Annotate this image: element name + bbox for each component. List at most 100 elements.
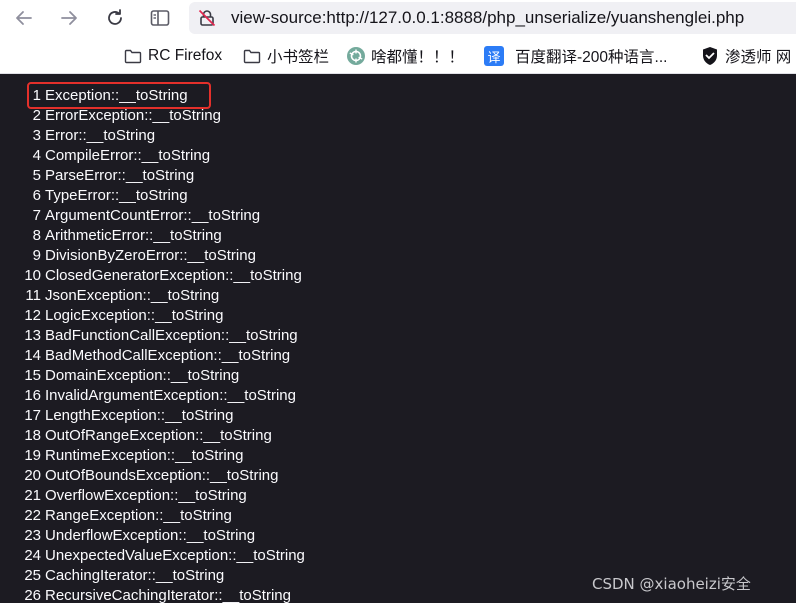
source-line: 11 JsonException::__toString	[0, 286, 219, 306]
line-number: 16	[24, 387, 41, 404]
line-text: UnexpectedValueException::__toString	[45, 547, 305, 564]
watermark: CSDN @xiaoheizi安全	[592, 575, 751, 593]
line-text: BadFunctionCallException::__toString	[45, 327, 298, 344]
line-number: 19	[24, 447, 41, 464]
folder-icon	[242, 46, 262, 66]
line-number: 8	[32, 227, 41, 244]
source-line: 9 DivisionByZeroError::__toString	[0, 246, 256, 266]
source-line: 4 CompileError::__toString	[0, 146, 210, 166]
shield-icon	[700, 46, 720, 66]
line-text: LogicException::__toString	[45, 307, 224, 324]
view-source-content: 1 Exception::__toString 2 ErrorException::…	[0, 75, 796, 603]
bookmark-label: 小书签栏	[267, 49, 330, 66]
bookmark-rc-firefox[interactable]: RC Firefox	[123, 45, 222, 67]
bookmark-baidu-translate[interactable]: 译 百度翻译-200种语言...	[484, 45, 667, 67]
source-line: 6 TypeError::__toString	[0, 186, 188, 206]
line-number: 24	[24, 547, 41, 564]
line-text: ParseError::__toString	[45, 167, 195, 184]
line-number: 17	[24, 407, 41, 424]
line-text: LengthException::__toString	[45, 407, 234, 424]
back-arrow-icon[interactable]	[9, 4, 39, 32]
folder-icon	[123, 46, 143, 66]
source-line: 13 BadFunctionCallException::__toString	[0, 326, 298, 346]
bookmark-label: RC Firefox	[148, 47, 223, 64]
line-text: TypeError::__toString	[45, 187, 188, 204]
source-line: 14 BadMethodCallException::__toString	[0, 346, 290, 366]
url-bar[interactable]: view-source:http://127.0.0.1:8888/php_un…	[189, 2, 796, 34]
line-text: Error::__toString	[45, 127, 156, 144]
line-number: 10	[24, 267, 41, 284]
line-number: 11	[25, 287, 41, 304]
line-number: 21	[24, 487, 41, 504]
line-number: 3	[32, 127, 41, 144]
line-number: 18	[24, 427, 41, 444]
line-text: OverflowException::__toString	[45, 487, 247, 504]
source-line: 5 ParseError::__toString	[0, 166, 195, 186]
bookmark-shentoushi[interactable]: 渗透师 网	[700, 45, 791, 67]
source-line: 7 ArgumentCountError::__toString	[0, 206, 260, 226]
bookmark-xiaoshuqian[interactable]: 小书签栏	[242, 45, 329, 67]
source-line: 8 ArithmeticError::__toString	[0, 226, 222, 246]
line-number: 20	[24, 467, 41, 484]
bookmark-label: 百度翻译-200种语言...	[515, 49, 668, 66]
source-line: 15 DomainException::__toString	[0, 366, 239, 386]
line-number: 2	[32, 107, 41, 124]
source-line: 10 ClosedGeneratorException::__toString	[0, 266, 302, 286]
line-number: 14	[24, 347, 41, 364]
source-line: 18 OutOfRangeException::__toString	[0, 426, 272, 446]
line-text: RangeException::__toString	[45, 507, 232, 524]
line-number: 12	[24, 307, 41, 324]
bookmark-chatgpt[interactable]: 啥都懂！！！	[346, 45, 464, 67]
line-number: 9	[32, 247, 41, 264]
line-text: OutOfRangeException::__toString	[45, 427, 272, 444]
source-line: 19 RuntimeException::__toString	[0, 446, 243, 466]
line-text: ErrorException::__toString	[45, 107, 221, 124]
line-text: ArithmeticError::__toString	[45, 227, 222, 244]
browser-toolbar: view-source:http://127.0.0.1:8888/php_un…	[0, 0, 796, 36]
line-text: ArgumentCountError::__toString	[45, 207, 261, 224]
bookmark-label: 渗透师 网	[725, 49, 792, 66]
source-line: 3 Error::__toString	[0, 126, 155, 146]
line-text: JsonException::__toString	[45, 287, 220, 304]
line-number: 22	[24, 507, 41, 524]
line-text: ClosedGeneratorException::__toString	[45, 267, 302, 284]
line-number: 23	[24, 527, 41, 544]
line-number: 4	[32, 147, 41, 164]
line-number: 15	[24, 367, 41, 384]
line-number: 5	[32, 167, 41, 184]
bookmark-label: 啥都懂！！！	[371, 49, 465, 66]
line-number: 6	[32, 187, 41, 204]
source-line: 22 RangeException::__toString	[0, 506, 232, 526]
source-line: 21 OverflowException::__toString	[0, 486, 247, 506]
line-number: 7	[32, 207, 41, 224]
source-line: 12 LogicException::__toString	[0, 306, 223, 326]
line-number: 26	[24, 587, 41, 603]
line-text: InvalidArgumentException::__toString	[45, 387, 296, 404]
translate-icon: 译	[484, 46, 504, 66]
source-line: 16 InvalidArgumentException::__toString	[0, 386, 296, 406]
line-text: CompileError::__toString	[45, 147, 211, 164]
source-line: 20 OutOfBoundsException::__toString	[0, 466, 278, 486]
reload-icon[interactable]	[100, 4, 130, 32]
chatgpt-icon	[346, 46, 366, 66]
line-text: DivisionByZeroError::__toString	[45, 247, 256, 264]
source-line: 2 ErrorException::__toString	[0, 106, 221, 126]
forward-arrow-icon[interactable]	[54, 4, 84, 32]
line-text: CachingIterator::__toString	[45, 567, 225, 584]
line-text: OutOfBoundsException::__toString	[45, 467, 279, 484]
bookmarks-toolbar: RC Firefox 小书签栏 啥都懂！！！ 译 百度翻译-200种语言... …	[0, 36, 796, 74]
line-text: BadMethodCallException::__toString	[45, 347, 291, 364]
line-text: UnderflowException::__toString	[45, 527, 256, 544]
insecure-lock-icon[interactable]	[198, 9, 216, 27]
reader-view-icon[interactable]	[145, 4, 175, 32]
source-line: 25 CachingIterator::__toString	[0, 566, 224, 586]
source-line: 23 UnderflowException::__toString	[0, 526, 255, 546]
line-text: DomainException::__toString	[45, 367, 240, 384]
red-highlight-box	[27, 82, 211, 109]
source-line: 17 LengthException::__toString	[0, 406, 233, 426]
line-number: 25	[24, 567, 41, 584]
line-text: RuntimeException::__toString	[45, 447, 244, 464]
source-line: 24 UnexpectedValueException::__toString	[0, 546, 305, 566]
url-text[interactable]: view-source:http://127.0.0.1:8888/php_un…	[231, 7, 744, 29]
source-line: 26 RecursiveCachingIterator::__toString	[0, 586, 291, 603]
